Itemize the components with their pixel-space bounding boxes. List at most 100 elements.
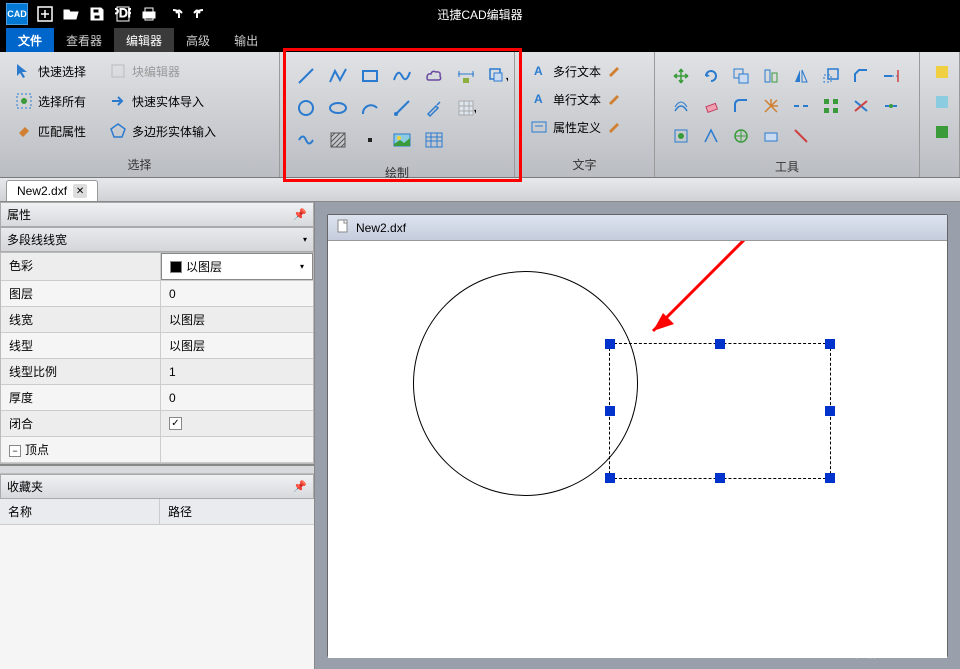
save-icon[interactable] (88, 5, 106, 23)
pdf-icon[interactable]: PDF (114, 5, 132, 23)
menu-viewer[interactable]: 查看器 (54, 28, 114, 53)
drawing-canvas[interactable] (328, 241, 947, 658)
single-text-button[interactable]: A单行文本 (523, 86, 646, 112)
undo-icon[interactable] (166, 5, 184, 23)
ray-icon[interactable] (388, 94, 416, 122)
point-icon[interactable] (356, 126, 384, 154)
new-icon[interactable] (36, 5, 54, 23)
prop-row-linetype[interactable]: 线型以图层 (1, 333, 313, 359)
polygon-input-button[interactable]: 多边形实体输入 (102, 118, 222, 144)
file-tab[interactable]: New2.dxf ✕ (6, 180, 98, 201)
section-label: 多段线线宽 (7, 231, 67, 248)
menu-output[interactable]: 输出 (222, 28, 270, 53)
pin2-icon[interactable]: 📌 (293, 480, 307, 493)
circle-icon[interactable] (292, 94, 320, 122)
prop-value-closed[interactable]: ✓ (161, 411, 313, 436)
fav-col-path[interactable]: 路径 (160, 499, 314, 524)
rect-icon[interactable] (356, 62, 384, 90)
spline-icon[interactable] (388, 62, 416, 90)
hatch-icon[interactable] (324, 126, 352, 154)
handle-br[interactable] (825, 473, 835, 483)
dimension-icon[interactable] (452, 62, 480, 90)
panel-splitter[interactable] (0, 464, 314, 474)
handle-bm[interactable] (715, 473, 725, 483)
prop-value-thick[interactable]: 0 (161, 385, 313, 410)
prop-value-color[interactable]: 以图层▾ (161, 253, 313, 280)
color-dd-icon[interactable]: ▾ (300, 262, 304, 271)
break-icon[interactable] (787, 92, 815, 120)
tab-close-button[interactable]: ✕ (73, 184, 87, 198)
print-icon[interactable] (140, 5, 158, 23)
extra1-icon[interactable] (928, 58, 956, 86)
open-icon[interactable] (62, 5, 80, 23)
chamfer-icon[interactable] (847, 62, 875, 90)
tree-collapse-icon[interactable]: − (9, 445, 21, 457)
handle-tl[interactable] (605, 339, 615, 349)
redo-icon[interactable] (192, 5, 210, 23)
handle-mr[interactable] (825, 406, 835, 416)
freehand-icon[interactable] (292, 126, 320, 154)
cloud-icon[interactable] (420, 62, 448, 90)
ellipse-icon[interactable] (324, 94, 352, 122)
closed-checkbox[interactable]: ✓ (169, 417, 182, 430)
selected-rectangle[interactable] (609, 343, 831, 479)
prop-row-layer[interactable]: 图层0 (1, 281, 313, 307)
block-dd-icon[interactable]: ▾ (484, 62, 512, 90)
menu-file[interactable]: 文件 (6, 28, 54, 53)
section-header[interactable]: 多段线线宽 ▾ (0, 227, 314, 252)
tool21-icon[interactable] (787, 122, 815, 150)
join-icon[interactable] (877, 92, 905, 120)
arc-icon[interactable] (356, 94, 384, 122)
prop-value-lw[interactable]: 以图层 (161, 307, 313, 332)
polyline-icon[interactable] (324, 62, 352, 90)
select-all-button[interactable]: 选择所有 (8, 88, 92, 114)
eyedrop-icon[interactable] (420, 94, 448, 122)
table-icon[interactable] (420, 126, 448, 154)
tool17-icon[interactable] (667, 122, 695, 150)
extra3-icon[interactable] (928, 118, 956, 146)
prop-value-lts[interactable]: 1 (161, 359, 313, 384)
quick-select-button[interactable]: 快速选择 (8, 58, 92, 84)
image-icon[interactable] (388, 126, 416, 154)
handle-tr[interactable] (825, 339, 835, 349)
tool18-icon[interactable] (697, 122, 725, 150)
extend2-icon[interactable] (877, 62, 905, 90)
prop-value-layer[interactable]: 0 (161, 281, 313, 306)
circle-entity[interactable] (413, 271, 638, 496)
menu-editor[interactable]: 编辑器 (114, 28, 174, 53)
scale-icon[interactable] (817, 62, 845, 90)
fav-col-name[interactable]: 名称 (0, 499, 160, 524)
attr-def-button[interactable]: 属性定义 (523, 114, 646, 140)
prop-row-closed[interactable]: 闭合✓ (1, 411, 313, 437)
fillet-icon[interactable] (727, 92, 755, 120)
array-icon[interactable] (817, 92, 845, 120)
grid-icon[interactable]: ▾ (452, 94, 480, 122)
prop-value-lt[interactable]: 以图层 (161, 333, 313, 358)
tool19-icon[interactable] (727, 122, 755, 150)
menu-advanced[interactable]: 高级 (174, 28, 222, 53)
offset-icon[interactable] (667, 92, 695, 120)
trim-icon[interactable] (847, 92, 875, 120)
handle-bl[interactable] (605, 473, 615, 483)
entity-import-button[interactable]: 快速实体导入 (102, 88, 222, 114)
handle-tm[interactable] (715, 339, 725, 349)
prop-row-ltscale[interactable]: 线型比例1 (1, 359, 313, 385)
prop-row-lineweight[interactable]: 线宽以图层 (1, 307, 313, 333)
rotate-icon[interactable] (697, 62, 725, 90)
align-icon[interactable] (757, 62, 785, 90)
explode-icon[interactable] (757, 92, 785, 120)
extra2-icon[interactable] (928, 88, 956, 116)
line-icon[interactable] (292, 62, 320, 90)
pin-icon[interactable]: 📌 (293, 208, 307, 221)
match-prop-button[interactable]: 匹配属性 (8, 118, 92, 144)
prop-row-color[interactable]: 色彩 以图层▾ (1, 253, 313, 281)
prop-row-thickness[interactable]: 厚度0 (1, 385, 313, 411)
move-icon[interactable] (667, 62, 695, 90)
prop-row-vertex[interactable]: −顶点 (1, 437, 313, 463)
handle-ml[interactable] (605, 406, 615, 416)
erase-icon[interactable] (697, 92, 725, 120)
tool20-icon[interactable] (757, 122, 785, 150)
copy-icon[interactable] (727, 62, 755, 90)
multiline-text-button[interactable]: A多行文本 (523, 58, 646, 84)
mirror-icon[interactable] (787, 62, 815, 90)
